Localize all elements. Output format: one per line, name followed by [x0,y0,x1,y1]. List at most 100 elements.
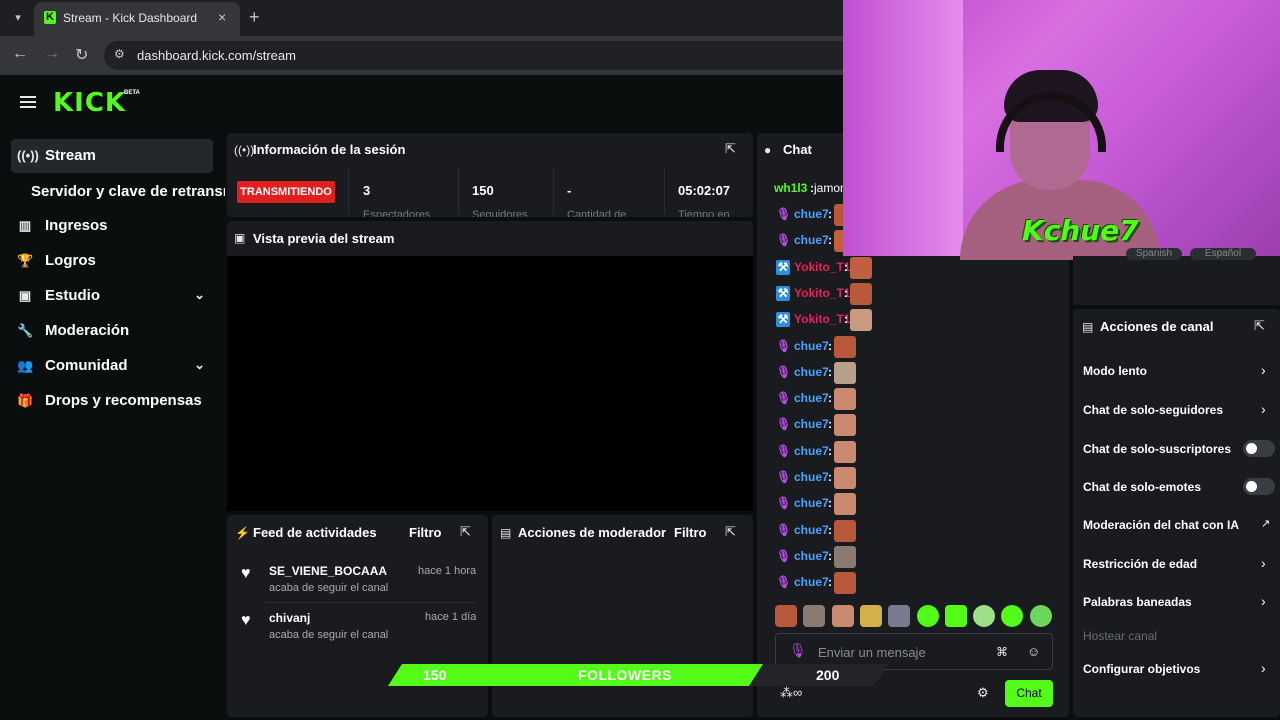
sidebar-item-moderacion[interactable]: 🔧 Moderación [11,314,213,348]
chat-emote[interactable] [834,388,856,411]
kick-logo[interactable]: KICK [53,88,126,118]
chat-username[interactable]: Yokito_T1 [794,312,850,326]
reload-icon[interactable]: ↻ [75,45,88,65]
popout-icon[interactable]: ⇱ [1254,318,1265,334]
webcam-name-overlay: Kchue7 [1022,214,1139,247]
emote-option[interactable] [917,605,939,627]
new-tab-icon[interactable]: + [249,7,260,28]
emote-option[interactable] [860,605,882,627]
trophy-icon: 🏆 [17,253,34,268]
chat-emote[interactable] [834,572,856,595]
chat-username[interactable]: chue7 [794,496,829,510]
chat-emote[interactable] [850,256,872,279]
emote-option[interactable] [945,605,967,627]
url-text[interactable]: dashboard.kick.com/stream [137,48,296,63]
send-chat-button[interactable]: Chat [1005,680,1053,707]
chat-username[interactable]: chue7 [794,233,829,247]
chat-separator: : [828,443,832,458]
external-link-icon[interactable]: ↗ [1261,517,1270,530]
chat-username[interactable]: chue7 [794,470,829,484]
subscribers-only-toggle[interactable] [1243,440,1275,457]
feed-username[interactable]: SE_VIENE_BOCAAA [269,564,387,578]
emote-option[interactable] [803,605,825,627]
age-restriction-action[interactable]: Restricción de edad [1083,557,1197,571]
chat-emote[interactable] [834,493,856,516]
translate-icon[interactable]: ⌘ [996,645,1008,659]
feed-filter-button[interactable]: Filtro [409,525,442,540]
chat-emote[interactable] [834,335,856,358]
tab-title: Stream - Kick Dashboard [63,11,198,25]
goal-current-count: 150 [423,667,447,683]
chat-emote[interactable] [834,414,856,437]
feed-desc: acaba de seguir el canal [269,582,389,594]
emote-option[interactable] [1030,605,1052,627]
mod-filter-button[interactable]: Filtro [674,525,707,540]
chat-username[interactable]: wh1l3 [774,181,807,195]
emotes-only-action: Chat de solo-emotes [1083,480,1202,494]
emote-option[interactable] [973,605,995,627]
emote-option[interactable] [1001,605,1023,627]
emoji-icon[interactable]: ☺ [1027,644,1040,659]
chat-username[interactable]: chue7 [794,549,829,563]
mic-badge-icon: 🎙 [776,391,792,406]
chat-username[interactable]: Yokito_T1 [794,260,850,274]
mic-badge-icon: 🎙 [776,364,792,379]
chat-emote[interactable] [850,282,872,305]
chevron-right-icon[interactable]: › [1261,555,1266,571]
sidebar-item-comunidad[interactable]: 👥 Comunidad ⌄ [11,349,213,383]
tab-close-icon[interactable]: × [218,9,226,25]
sidebar-item-logros[interactable]: 🏆 Logros [11,244,213,278]
chat-username[interactable]: Yokito_T1 [794,286,850,300]
emote-option[interactable] [888,605,910,627]
configure-goals-action[interactable]: Configurar objetivos [1083,662,1200,676]
banned-words-action[interactable]: Palabras baneadas [1083,595,1192,609]
sidebar-item-ingresos[interactable]: ▥ Ingresos [11,209,213,243]
site-info-icon[interactable]: ⚙ [114,47,128,61]
chat-emote[interactable] [834,467,856,489]
tab-search-icon[interactable]: ▾ [8,8,28,28]
chevron-right-icon[interactable]: › [1261,401,1266,417]
chevron-right-icon[interactable]: › [1261,660,1266,676]
forward-arrow-icon[interactable]: → [44,45,60,63]
hamburger-menu-icon[interactable] [20,96,36,108]
ai-moderation-action[interactable]: Moderación del chat con IA [1083,518,1239,532]
chat-username[interactable]: chue7 [794,444,829,458]
back-arrow-icon[interactable]: ← [12,45,28,63]
activity-feed-title: Feed de actividades [253,525,377,540]
emote-option[interactable] [832,605,854,627]
feed-divider [265,602,475,603]
chat-emote[interactable] [850,309,872,332]
emote-option[interactable] [775,605,797,627]
feed-username[interactable]: chivanj [269,611,310,625]
followers-only-action[interactable]: Chat de solo-seguidores [1083,403,1223,417]
slow-mode-action[interactable]: Modo lento [1083,364,1147,378]
chevron-right-icon[interactable]: › [1261,593,1266,609]
chat-username[interactable]: chue7 [794,417,829,431]
chat-emote[interactable] [834,440,856,463]
webcam-background [843,0,963,256]
chevron-right-icon[interactable]: › [1261,362,1266,378]
chat-username[interactable]: chue7 [794,575,829,589]
popout-icon[interactable]: ⇱ [725,524,736,540]
chat-emote[interactable] [834,545,856,568]
chat-emote[interactable] [834,361,856,384]
language-tag: Spanish [1126,248,1182,260]
sidebar-item-label: Stream [45,147,96,164]
popout-icon[interactable]: ⇱ [460,524,471,540]
emotes-only-toggle[interactable] [1243,478,1275,495]
followers-label: Seguidores [472,209,528,217]
chat-username[interactable]: chue7 [794,339,829,353]
popout-icon[interactable]: ⇱ [725,141,736,157]
sidebar-item-estudio[interactable]: ▣ Estudio ⌄ [11,279,213,313]
gear-icon[interactable]: ⚙ [977,685,989,701]
stream-preview-video[interactable] [227,256,753,511]
chat-emote[interactable] [834,519,856,542]
chat-username[interactable]: chue7 [794,391,829,405]
beta-badge: BETA [124,90,140,96]
sidebar-item-stream[interactable]: ((•)) Stream [11,139,213,173]
chat-username[interactable]: chue7 [794,523,829,537]
sidebar-item-drops[interactable]: 🎁 Drops y recompensas [11,384,213,418]
chat-username[interactable]: chue7 [794,365,829,379]
chat-username[interactable]: chue7 [794,207,829,221]
sidebar-item-stream-key[interactable]: Servidor y clave de retransmisión [31,183,225,200]
